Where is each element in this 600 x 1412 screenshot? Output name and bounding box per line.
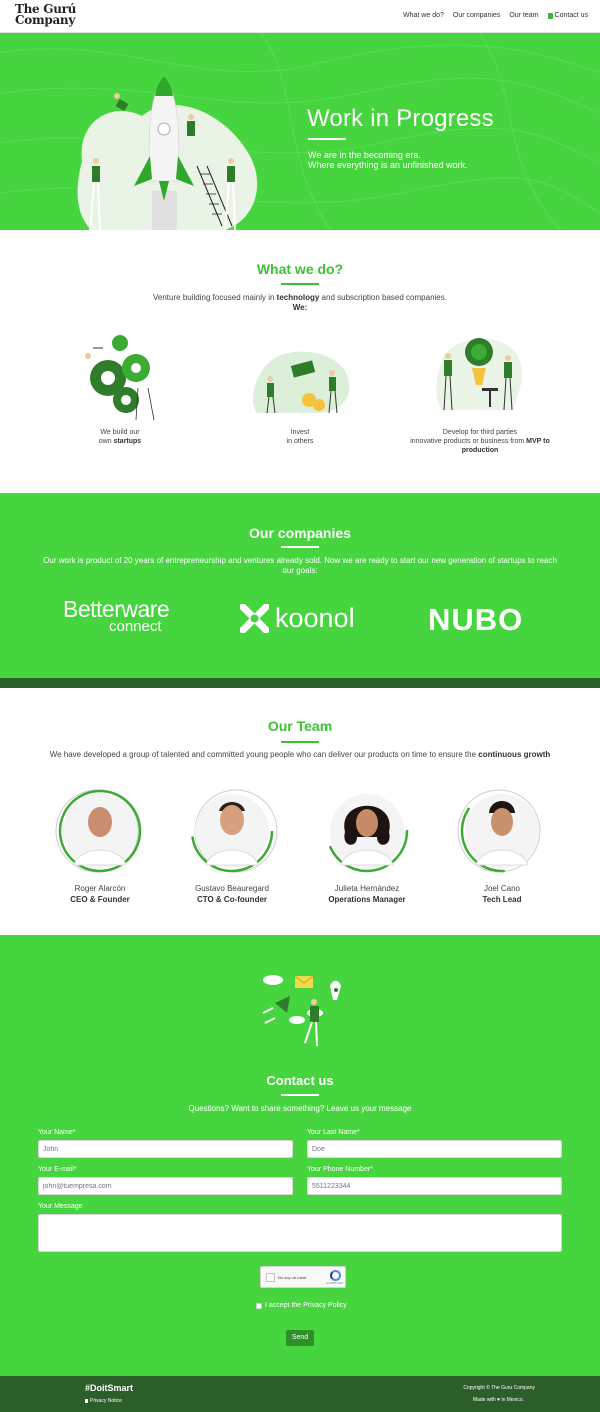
nubo-logo[interactable]: NUBO: [428, 602, 523, 638]
footer-privacy-link[interactable]: Privacy Notice: [85, 1398, 122, 1404]
contact-illustration: [262, 975, 341, 1047]
feature-develop: Develop for third parties innovative pro…: [410, 429, 550, 454]
contact-title: Contact us: [266, 1073, 334, 1088]
member-name: Gustavo Beauregard: [195, 884, 269, 893]
hero-subtitle: We are in the becoming era. Where everyt…: [308, 150, 468, 170]
team-divider: [281, 741, 319, 743]
companies-description: Our work is product of 20 years of entre…: [43, 556, 557, 575]
team-title: Our Team: [267, 718, 333, 734]
name-input[interactable]: [38, 1140, 293, 1158]
feature-invest: Invest in others: [286, 429, 314, 445]
member-name: Roger Alarcón: [74, 884, 126, 893]
section-divider-band: [0, 678, 600, 688]
nav-menu: What we do? Our companies Our team Conta…: [403, 12, 588, 19]
member-role: CTO & Co-founder: [196, 895, 268, 904]
team-member-card: Joel Cano Tech Lead: [442, 787, 562, 904]
member-name: Joel Cano: [483, 884, 521, 893]
companies-section: [0, 493, 600, 678]
email-input[interactable]: [38, 1177, 293, 1195]
privacy-consent: I accept the Privacy Policy: [256, 1302, 347, 1309]
send-button[interactable]: Send: [286, 1330, 314, 1346]
logo-line2: Company: [15, 13, 76, 27]
contact-divider: [281, 1094, 319, 1096]
footer: #DoitSmart Privacy Notice Copyright © Th…: [0, 1376, 600, 1412]
message-label: Your Message: [38, 1203, 83, 1210]
nav-item-our-companies[interactable]: Our companies: [453, 12, 500, 19]
what-we-do-title: What we do?: [256, 261, 344, 277]
recaptcha-widget: No soy un robot reCAPTCHA: [260, 1266, 346, 1288]
privacy-label[interactable]: I accept the Privacy Policy: [265, 1302, 347, 1309]
last-name-input[interactable]: [307, 1140, 562, 1158]
phone-input[interactable]: [307, 1177, 562, 1195]
recaptcha-checkbox[interactable]: [266, 1273, 275, 1282]
member-role: Operations Manager: [328, 895, 406, 904]
rocket-illustration: [77, 75, 258, 230]
recaptcha-icon: [330, 1270, 341, 1281]
nav-item-contact[interactable]: Contact us: [547, 12, 588, 19]
team-member-card: Roger Alarcón CEO & Founder: [40, 787, 160, 904]
email-label: Your E-mail*: [38, 1166, 77, 1173]
member-role: Tech Lead: [482, 895, 522, 904]
footer-hashtag: #DoitSmart: [85, 1383, 134, 1393]
phone-icon: [547, 12, 553, 19]
contact-description: Questions? Want to share something? Leav…: [188, 1104, 412, 1113]
privacy-checkbox[interactable]: [256, 1302, 262, 1309]
footer-made-with: Made with ♥ in Mexico.: [472, 1397, 524, 1403]
document-icon: [85, 1399, 88, 1403]
hero-subtitle-line2: Where everything is an unfinished work.: [308, 160, 468, 170]
what-we-do-divider: [281, 283, 319, 285]
feature-build-startups: We build our own startups: [98, 429, 142, 445]
betterware-logo[interactable]: Betterware connect: [63, 598, 170, 635]
hero-banner: Work in Progress We are in the becoming …: [0, 33, 600, 230]
hero-title: Work in Progress: [307, 105, 494, 132]
recaptcha-brand: reCAPTCHA: [325, 1281, 343, 1285]
last-name-label: Your Last Name*: [307, 1129, 360, 1136]
message-textarea[interactable]: [38, 1214, 562, 1252]
recaptcha-label: No soy un robot: [278, 1275, 307, 1280]
name-label: Your Name*: [38, 1129, 76, 1136]
nav-item-what-we-do[interactable]: What we do?: [403, 12, 444, 19]
phone-label: Your Phone Number*: [307, 1166, 373, 1173]
avatar: [457, 789, 544, 873]
top-navbar: The Gurú Company What we do? Our compani…: [0, 0, 600, 33]
avatar: [325, 789, 409, 873]
nav-item-our-team[interactable]: Our team: [509, 12, 538, 19]
avatar: [55, 789, 142, 873]
hero-divider: [308, 138, 346, 140]
member-role: CEO & Founder: [70, 895, 130, 904]
koonol-x-icon: [240, 604, 269, 633]
develop-illustration: [436, 338, 522, 411]
nav-contact-label: Contact us: [554, 12, 588, 19]
team-description: We have developed a group of talented an…: [49, 750, 551, 759]
footer-copyright: Copyright © The Guru Company: [463, 1385, 535, 1391]
companies-divider: [281, 546, 319, 548]
gears-illustration: [85, 335, 155, 421]
hero-subtitle-line1: We are in the becoming era.: [308, 150, 421, 160]
avatar: [190, 789, 278, 873]
team-member-card: Gustavo Beauregard CTO & Co-founder: [172, 787, 292, 904]
koonol-logo[interactable]: koonol: [240, 603, 355, 634]
what-we-do-intro: Venture building focused mainly in techn…: [153, 293, 447, 312]
invest-illustration: [252, 351, 350, 414]
company-logo[interactable]: The Gurú Company: [15, 3, 76, 27]
companies-title: Our companies: [249, 525, 351, 541]
team-member-card: Julieta Hernández Operations Manager: [307, 787, 427, 904]
heart-icon: ♥: [497, 1397, 501, 1403]
member-name: Julieta Hernández: [334, 884, 400, 893]
